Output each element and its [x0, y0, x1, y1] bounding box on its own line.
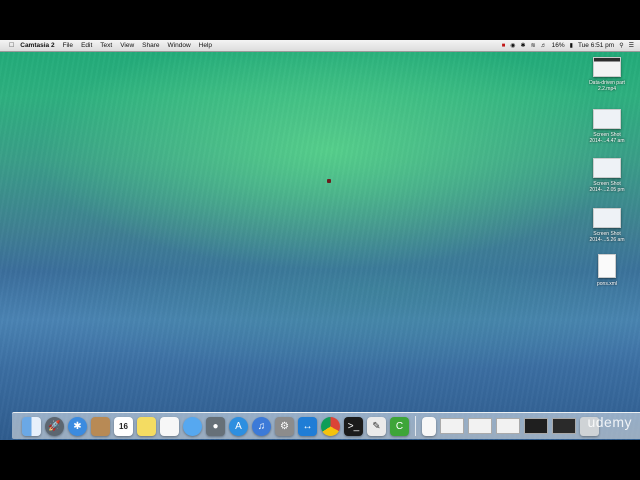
udemy-watermark: udemy — [587, 414, 632, 430]
file-label-2: 2014-...4.47 am — [589, 138, 625, 144]
finder-icon[interactable] — [22, 416, 41, 436]
minimized-window-thumb[interactable] — [496, 418, 520, 434]
desktop-file-screenshot-2[interactable]: Screen Shot 2014-...2.05 pm — [582, 158, 632, 193]
messages-icon[interactable] — [183, 416, 202, 436]
wallpaper-wave — [0, 40, 640, 440]
textedit-icon[interactable]: ✎ — [367, 416, 386, 436]
calendar-icon[interactable]: 16 — [114, 416, 133, 436]
app-menu[interactable]: Camtasia 2 — [20, 42, 54, 49]
minimized-window-thumb[interactable] — [440, 418, 464, 434]
file-label-2: 2.2.mp4 — [597, 86, 617, 92]
wifi-icon[interactable]: ≋ — [531, 42, 536, 49]
menu-bar:  Camtasia 2 File Edit Text View Share W… — [0, 40, 640, 52]
menu-edit[interactable]: Edit — [81, 42, 92, 49]
record-icon[interactable]: ■ — [502, 43, 506, 49]
safari-icon[interactable]: ✱ — [68, 416, 87, 436]
calendar-day: 16 — [119, 421, 128, 431]
spotlight-icon[interactable]: ⚲ — [619, 42, 623, 49]
reminders-icon[interactable] — [160, 416, 179, 436]
volume-icon[interactable]: ♬ — [541, 43, 547, 49]
app-store-icon[interactable]: A — [229, 416, 248, 436]
minimized-terminal-thumb[interactable] — [524, 418, 548, 434]
file-label-2: 2014-...2.05 pm — [589, 187, 625, 193]
dock: 🚀 ✱ 16 ● A ♫ ⚙ ↔ >_ ✎ C — [12, 412, 640, 439]
image-file-icon — [593, 158, 621, 178]
notification-center-icon[interactable]: ☰ — [629, 42, 634, 49]
contacts-icon[interactable] — [91, 416, 110, 436]
image-file-icon — [593, 109, 621, 129]
video-file-icon — [593, 57, 621, 77]
notes-icon[interactable] — [137, 416, 156, 436]
desktop-file-screenshot-1[interactable]: Screen Shot 2014-...4.47 am — [582, 109, 632, 144]
chrome-icon[interactable] — [321, 416, 340, 436]
desktop-screen:  Camtasia 2 File Edit Text View Share W… — [0, 40, 640, 440]
mouse-cursor-icon — [327, 179, 331, 183]
system-preferences-icon[interactable]: ⚙ — [275, 416, 294, 436]
clock[interactable]: Tue 6:51 pm — [578, 42, 614, 49]
sync-icon[interactable]: ◉ — [510, 42, 515, 49]
document-file-icon — [598, 254, 616, 278]
desktop-file-xml[interactable]: pons.xml — [582, 254, 632, 287]
image-file-icon — [593, 208, 621, 228]
menu-text[interactable]: Text — [100, 42, 112, 49]
dock-separator — [415, 416, 416, 436]
menu-file[interactable]: File — [63, 42, 73, 49]
desktop-file-screenshot-3[interactable]: Screen Shot 2014-...5.26 am — [582, 208, 632, 243]
facetime-icon[interactable]: ● — [206, 416, 225, 436]
battery-icon[interactable]: ▮ — [570, 42, 573, 49]
battery-percent[interactable]: 16% — [552, 42, 565, 49]
bluetooth-icon[interactable]: ✱ — [521, 42, 526, 49]
teamviewer-icon[interactable]: ↔ — [298, 416, 317, 436]
desktop-file-video[interactable]: Data-driven part 2.2.mp4 — [582, 57, 632, 92]
launchpad-icon[interactable]: 🚀 — [45, 416, 64, 436]
file-label-2: 2014-...5.26 am — [589, 237, 625, 243]
apple-menu-icon[interactable]:  — [9, 42, 14, 49]
minimized-window-thumb[interactable] — [552, 418, 576, 434]
menu-window[interactable]: Window — [168, 42, 191, 49]
camtasia-icon[interactable]: C — [390, 416, 409, 436]
menu-share[interactable]: Share — [142, 42, 159, 49]
menu-help[interactable]: Help — [199, 42, 212, 49]
itunes-icon[interactable]: ♫ — [252, 416, 271, 436]
file-label: pons.xml — [596, 281, 617, 287]
minimized-window-thumb[interactable] — [468, 418, 492, 434]
menu-view[interactable]: View — [120, 42, 134, 49]
terminal-icon[interactable]: >_ — [344, 416, 363, 436]
document-stack-icon[interactable] — [422, 416, 436, 436]
